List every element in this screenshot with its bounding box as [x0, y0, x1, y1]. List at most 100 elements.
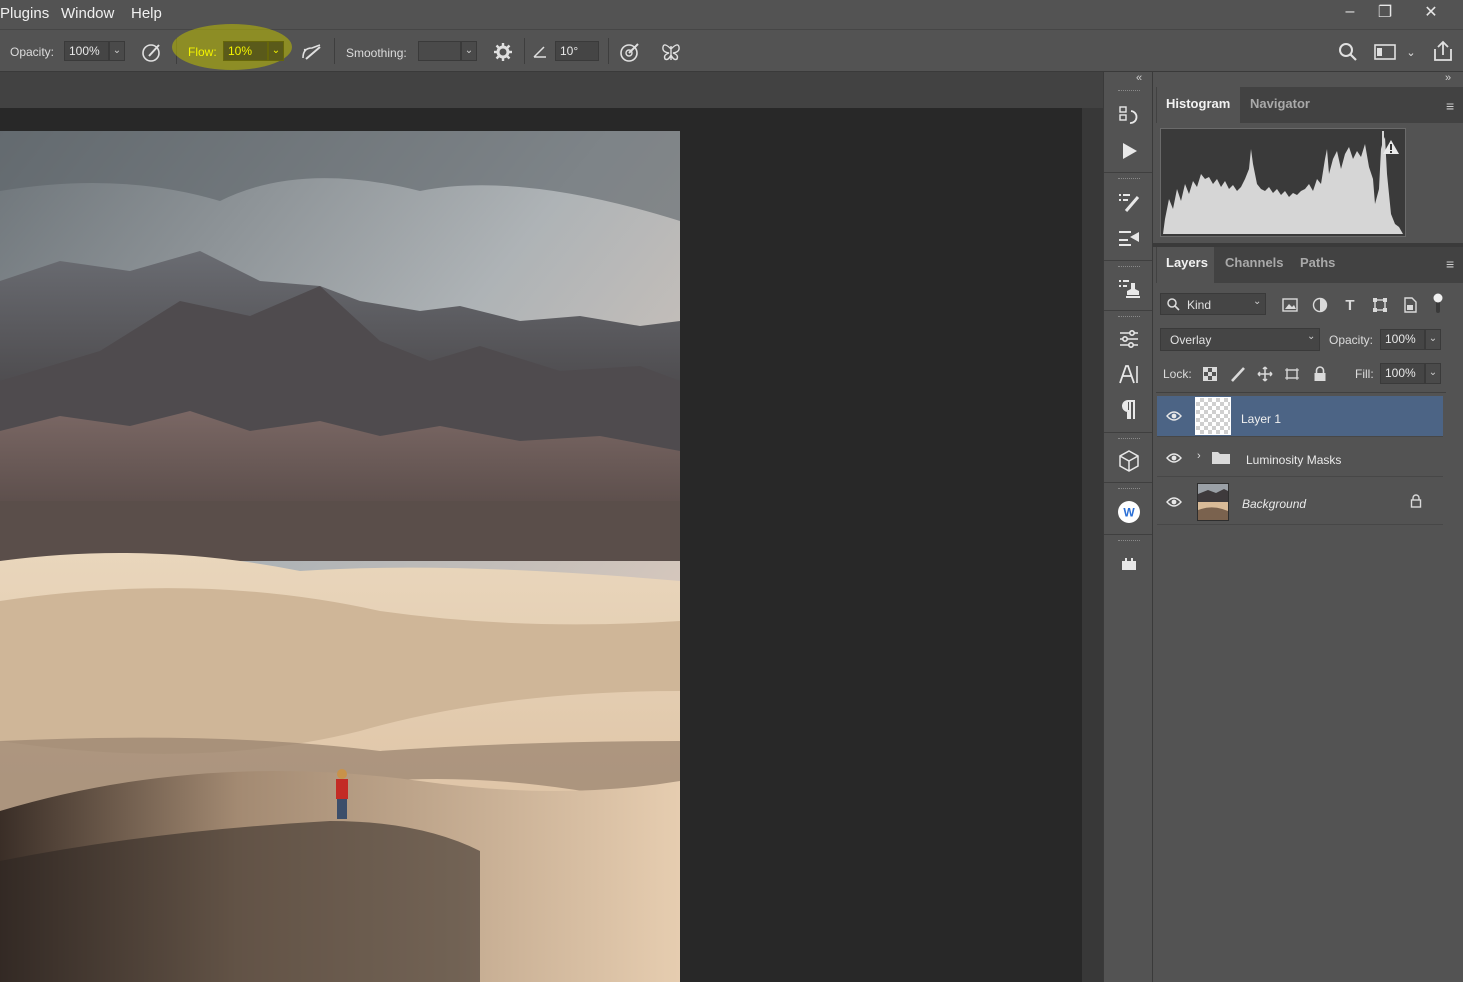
pressure-size-icon[interactable] [618, 40, 642, 64]
blend-mode-select[interactable]: Overlay ⌄ [1160, 328, 1320, 351]
panel-grip[interactable] [1118, 178, 1140, 182]
character-icon[interactable] [1117, 362, 1141, 386]
filter-smart-object-icon[interactable] [1401, 296, 1419, 314]
panel-grip[interactable] [1118, 266, 1140, 270]
warning-icon[interactable] [1382, 139, 1400, 158]
workspace-icon[interactable] [1372, 40, 1398, 64]
smoothing-dropdown-arrow[interactable]: ⌄ [461, 41, 477, 61]
collapse-panels-chevron-icon[interactable]: « [1136, 72, 1142, 84]
fill-dropdown-arrow[interactable]: ⌄ [1425, 363, 1441, 384]
airbrush-icon[interactable] [299, 40, 325, 64]
histogram-graph [1160, 128, 1406, 237]
vertical-scrollbar[interactable] [1082, 108, 1103, 982]
background-thumbnail [1197, 483, 1229, 521]
layer-name[interactable]: Layer 1 [1241, 412, 1281, 426]
panel-grip[interactable] [1118, 540, 1140, 544]
close-button[interactable]: ✕ [1411, 0, 1451, 24]
tab-paths[interactable]: Paths [1300, 255, 1335, 270]
divider [1104, 432, 1152, 433]
group-expand-chevron-icon[interactable]: › [1197, 450, 1201, 462]
panel-grip[interactable] [1118, 438, 1140, 442]
angle-icon [531, 42, 549, 60]
flow-field[interactable]: 10% [223, 41, 268, 61]
minimize-button[interactable]: – [1330, 0, 1370, 24]
hiker-figure [336, 769, 348, 819]
opacity-dropdown-arrow[interactable]: ⌄ [109, 41, 125, 61]
fill-label: Fill: [1355, 367, 1374, 381]
expand-panels-chevron-icon[interactable]: » [1445, 72, 1451, 84]
actions-play-icon[interactable] [1117, 139, 1141, 163]
restore-button[interactable]: ❐ [1365, 0, 1405, 24]
w-plugin-icon[interactable]: W [1117, 500, 1141, 524]
3d-icon[interactable] [1117, 449, 1141, 473]
tab-histogram[interactable]: Histogram [1166, 96, 1230, 111]
filter-type-icon[interactable]: T [1341, 296, 1359, 314]
panel-grip[interactable] [1118, 90, 1140, 94]
panel-grip[interactable] [1118, 488, 1140, 492]
layer-visibility-eye-icon[interactable] [1165, 450, 1183, 466]
lock-transparent-pixels-icon[interactable] [1201, 365, 1219, 383]
menu-help[interactable]: Help [131, 5, 162, 22]
paragraph-icon[interactable] [1117, 398, 1141, 422]
filter-pixel-icon[interactable] [1281, 296, 1299, 314]
panel-grip[interactable] [1118, 316, 1140, 320]
opacity-field[interactable]: 100% [64, 41, 109, 61]
layers-panel-menu-icon[interactable]: ≡ [1446, 256, 1454, 272]
tab-navigator[interactable]: Navigator [1250, 96, 1310, 111]
layer-row-layer-1[interactable]: Layer 1 [1157, 396, 1443, 437]
fill-field[interactable]: 100% [1380, 363, 1425, 384]
layer-visibility-eye-icon[interactable] [1165, 408, 1183, 424]
layer-filter-kind-select[interactable]: Kind ⌄ [1160, 293, 1266, 315]
menu-window[interactable]: Window [61, 5, 114, 22]
divider [1156, 392, 1446, 393]
separator [334, 38, 335, 64]
share-icon[interactable] [1430, 38, 1456, 64]
plugin-icon[interactable] [1117, 552, 1141, 576]
flow-label: Flow: [188, 45, 217, 59]
filter-adjustment-icon[interactable] [1311, 296, 1329, 314]
brush-settings-icon[interactable] [1117, 190, 1141, 214]
lock-position-move-icon[interactable] [1256, 365, 1274, 383]
lock-all-icon[interactable] [1311, 365, 1329, 383]
tab-channels[interactable]: Channels [1225, 255, 1284, 270]
lock-label: Lock: [1163, 367, 1192, 381]
search-icon[interactable] [1336, 40, 1360, 64]
separator [608, 38, 609, 64]
divider [1104, 534, 1152, 535]
workspace-dropdown-chevron-down-icon[interactable]: ⌄ [1404, 42, 1418, 62]
smoothing-label: Smoothing: [346, 46, 407, 60]
smoothing-options-gear-icon[interactable] [491, 40, 515, 64]
blend-mode-value: Overlay [1170, 333, 1212, 347]
layer-opacity-field[interactable]: 100% [1380, 329, 1425, 350]
adjustments-icon[interactable] [1117, 327, 1141, 351]
lock-image-pixels-brush-icon[interactable] [1229, 365, 1247, 383]
layer-name[interactable]: Background [1242, 497, 1306, 511]
smoothing-field[interactable] [418, 41, 461, 61]
layer-name[interactable]: Luminosity Masks [1246, 453, 1341, 467]
chevron-down-icon: ⌄ [1307, 331, 1316, 342]
flow-dropdown-arrow[interactable]: ⌄ [268, 41, 284, 61]
pressure-opacity-icon[interactable] [140, 40, 164, 64]
history-icon[interactable] [1117, 104, 1141, 128]
divider [1104, 172, 1152, 173]
angle-field[interactable]: 10° [555, 41, 599, 61]
clone-source-icon[interactable] [1117, 276, 1141, 300]
layer-row-background[interactable]: Background [1157, 478, 1443, 525]
layer-row-luminosity-masks[interactable]: › Luminosity Masks [1157, 438, 1443, 477]
divider [1104, 482, 1152, 483]
filter-shape-icon[interactable] [1371, 296, 1389, 314]
brush-presets-icon[interactable] [1117, 226, 1141, 250]
divider [1104, 260, 1152, 261]
menu-plugins[interactable]: Plugins [0, 5, 49, 22]
tab-layers[interactable]: Layers [1166, 255, 1208, 270]
layer-lock-icon[interactable] [1410, 494, 1422, 511]
lock-artboard-icon[interactable] [1283, 365, 1301, 383]
layer-opacity-dropdown-arrow[interactable]: ⌄ [1425, 329, 1441, 350]
layer-visibility-eye-icon[interactable] [1165, 494, 1183, 510]
symmetry-butterfly-icon[interactable] [659, 40, 683, 64]
svg-text:W: W [1123, 506, 1135, 520]
canvas-image[interactable] [0, 131, 680, 982]
filter-toggle-switch[interactable] [1431, 292, 1445, 316]
separator [524, 38, 525, 64]
histogram-panel-menu-icon[interactable]: ≡ [1446, 98, 1454, 114]
